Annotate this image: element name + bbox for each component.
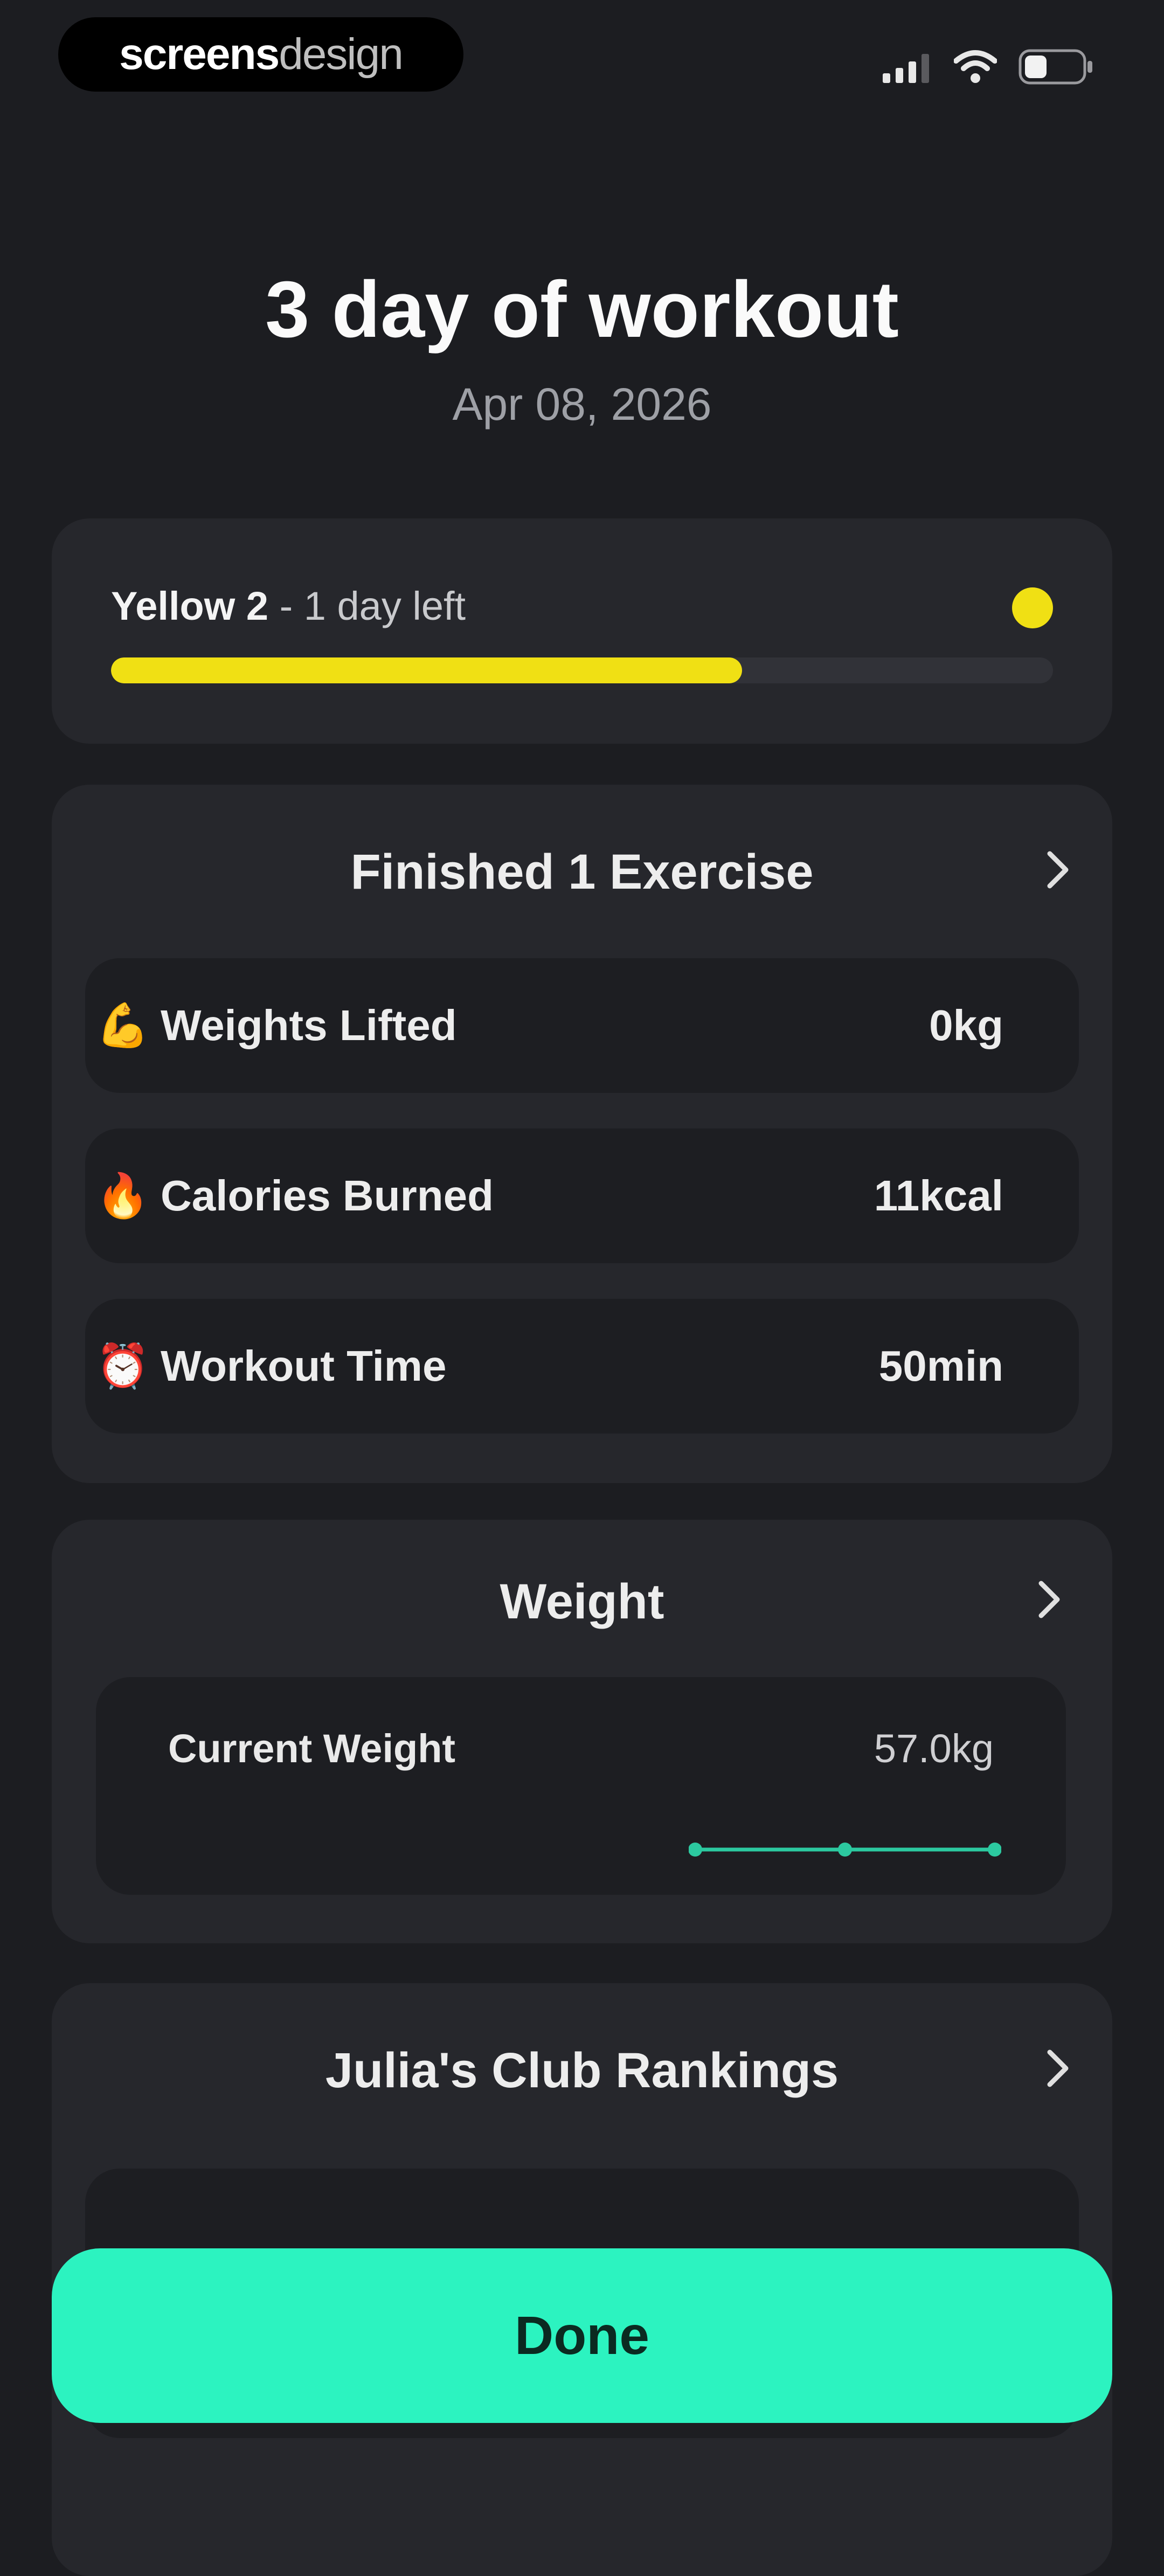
exercise-summary-card[interactable]: Finished 1 Exercise 💪 Weights Lifted 0kg… (52, 785, 1112, 1483)
stat-row-weights-lifted: 💪 Weights Lifted 0kg (85, 958, 1079, 1093)
current-weight-label: Current Weight (168, 1726, 456, 1771)
fire-icon: 🔥 (96, 1172, 150, 1220)
stat-value: 50min (878, 1342, 1003, 1390)
brand-text-light: design (279, 30, 404, 79)
rankings-section-title: Julia's Club Rankings (325, 2043, 839, 2098)
stat-value: 11kcal (874, 1172, 1003, 1220)
alarm-clock-icon: ⏰ (96, 1342, 150, 1390)
level-status: Yellow 2 - 1 day left (111, 583, 466, 629)
chevron-right-icon[interactable] (1036, 848, 1079, 891)
chevron-right-icon[interactable] (1027, 1578, 1070, 1621)
level-progress-card: Yellow 2 - 1 day left (52, 518, 1112, 744)
level-color-dot (1012, 587, 1053, 628)
brand-text-bold: screens (119, 30, 280, 79)
stat-label: Workout Time (161, 1342, 447, 1390)
level-progress-fill (111, 657, 743, 683)
current-weight-value: 57.0kg (874, 1726, 994, 1771)
level-remaining: 1 day left (303, 584, 466, 628)
signal-icon (883, 54, 929, 83)
weight-card[interactable]: Weight Current Weight 57.0kg (52, 1520, 1112, 1943)
wifi-icon (954, 50, 997, 83)
stat-label: Weights Lifted (161, 1001, 457, 1049)
flexed-biceps-icon: 💪 (96, 1001, 150, 1049)
level-progress-bar (111, 657, 1053, 683)
stat-label: Calories Burned (161, 1172, 494, 1220)
weight-trend-sparkline (689, 1843, 1001, 1857)
level-name: Yellow 2 (111, 584, 269, 628)
stat-value: 0kg (929, 1001, 1003, 1049)
stat-row-workout-time: ⏰ Workout Time 50min (85, 1299, 1079, 1434)
stat-row-calories-burned: 🔥 Calories Burned 11kcal (85, 1128, 1079, 1263)
brand-logo: screens design (58, 17, 463, 92)
workout-date: Apr 08, 2026 (452, 379, 712, 430)
weight-section-title: Weight (500, 1574, 664, 1629)
current-weight-panel: Current Weight 57.0kg (96, 1677, 1066, 1895)
done-button[interactable]: Done (52, 2248, 1112, 2423)
level-separator: - (268, 584, 304, 628)
chevron-right-icon[interactable] (1036, 2047, 1079, 2090)
status-icons (883, 45, 1094, 88)
battery-icon (1018, 49, 1092, 85)
page-title: 3 day of workout (265, 265, 899, 354)
exercise-section-title: Finished 1 Exercise (350, 844, 814, 899)
